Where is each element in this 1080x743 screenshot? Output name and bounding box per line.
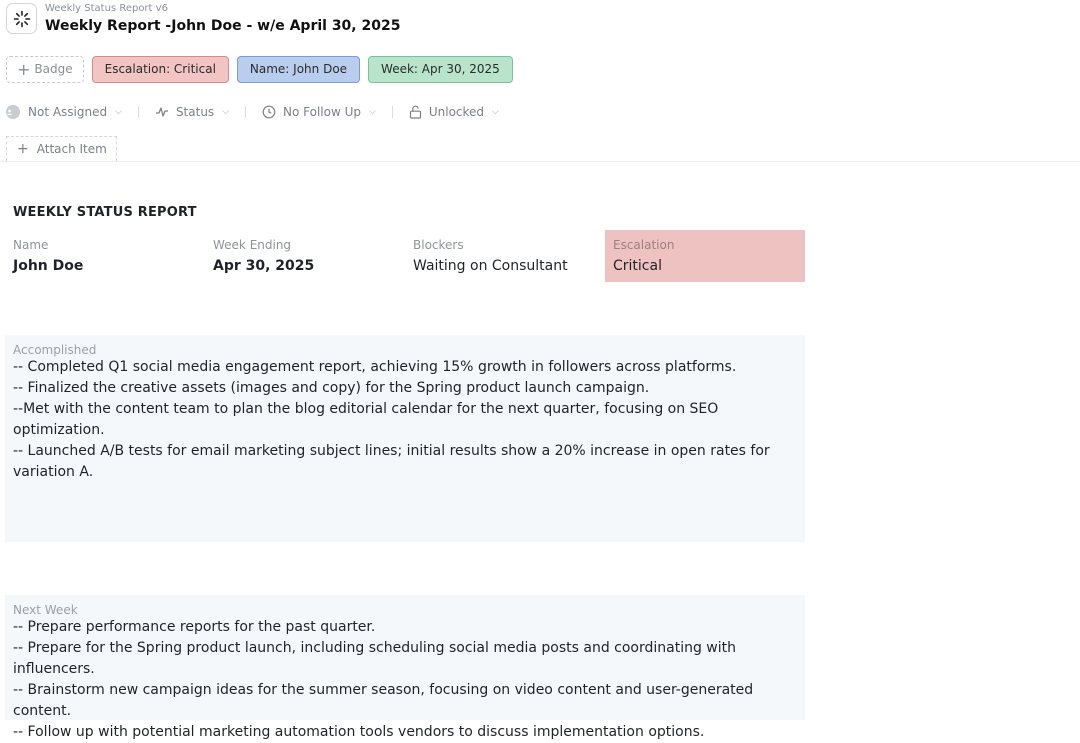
attach-item-button[interactable]: + Attach Item	[6, 136, 117, 161]
list-item: -- Completed Q1 social media engagement …	[13, 359, 737, 375]
status-dropdown[interactable]: Status ⌵	[155, 105, 229, 119]
list-item: variation A.	[13, 464, 94, 480]
assignee-label: Not Assigned	[28, 105, 108, 119]
accomplished-section[interactable]: Accomplished -- Completed Q1 social medi…	[5, 335, 805, 542]
document-header: Weekly Status Report v6 Weekly Report -J…	[6, 3, 400, 35]
lock-dropdown[interactable]: Unlocked ⌵	[409, 105, 499, 119]
next-week-section[interactable]: Next Week -- Prepare performance reports…	[5, 595, 805, 740]
list-item: -- Finalized the creative assets (images…	[13, 380, 650, 396]
property-bar: Not Assigned ⌵ Status ⌵ No Follow Up ⌵ U…	[6, 102, 499, 122]
field-label: Name	[13, 238, 49, 252]
field-week-ending[interactable]: Week Ending Apr 30, 2025	[205, 230, 405, 282]
badge-row: + Badge Escalation: Critical Name: John …	[6, 56, 521, 83]
divider	[137, 106, 139, 118]
follow-up-label: No Follow Up	[283, 105, 362, 119]
status-label: Status	[175, 105, 215, 119]
field-label: Escalation	[613, 238, 675, 252]
field-value: John Doe	[13, 258, 84, 274]
add-badge-label: Badge	[34, 62, 73, 76]
clock-icon	[262, 105, 276, 119]
avatar-icon	[6, 105, 20, 119]
field-label: Week Ending	[213, 238, 292, 252]
spinner-icon[interactable]	[6, 3, 37, 34]
field-escalation[interactable]: Escalation Critical	[605, 230, 805, 282]
list-item: -- Prepare performance reports for the p…	[13, 619, 376, 635]
document-type: Weekly Status Report v6	[45, 3, 168, 14]
page-title[interactable]: Weekly Report -John Doe - w/e April 30, …	[45, 17, 400, 35]
section-label: Next Week	[13, 603, 78, 617]
follow-up-dropdown[interactable]: No Follow Up ⌵	[262, 105, 376, 119]
list-item: -- Brainstorm new campaign ideas for the…	[13, 682, 754, 719]
divider	[391, 106, 393, 118]
list-item: -- Prepare for the Spring product launch…	[13, 640, 737, 677]
badge-escalation[interactable]: Escalation: Critical	[91, 56, 229, 83]
lock-label: Unlocked	[428, 105, 485, 119]
plus-icon: +	[17, 60, 31, 79]
list-item: -- Follow up with potential marketing au…	[13, 724, 705, 740]
header-divider	[0, 161, 1080, 162]
field-value: Critical	[613, 258, 662, 274]
report-title: WEEKLY STATUS REPORT	[13, 205, 197, 220]
chevron-down-icon: ⌵	[115, 107, 122, 117]
chevron-down-icon: ⌵	[222, 107, 230, 117]
assignee-dropdown[interactable]: Not Assigned ⌵	[6, 105, 122, 119]
field-name[interactable]: Name John Doe	[5, 230, 205, 282]
activity-icon	[155, 107, 168, 117]
badge-week[interactable]: Week: Apr 30, 2025	[368, 56, 513, 83]
chevron-down-icon: ⌵	[369, 107, 376, 117]
section-label: Accomplished	[13, 343, 97, 357]
report-fields: Name John Doe Week Ending Apr 30, 2025 B…	[5, 230, 805, 282]
divider	[245, 106, 247, 118]
field-blockers[interactable]: Blockers Waiting on Consultant	[405, 230, 605, 282]
list-item: -- Launched A/B tests for email marketin…	[13, 443, 770, 459]
plus-icon: +	[17, 141, 29, 157]
field-label: Blockers	[413, 238, 464, 252]
unlock-icon	[409, 105, 421, 119]
badge-name[interactable]: Name: John Doe	[236, 56, 361, 83]
field-value: Apr 30, 2025	[213, 258, 315, 274]
attach-item-label: Attach Item	[36, 142, 107, 156]
chevron-down-icon: ⌵	[492, 107, 499, 117]
add-badge-button[interactable]: + Badge	[6, 56, 84, 83]
field-value: Waiting on Consultant	[413, 258, 568, 274]
list-item: --Met with the content team to plan the …	[13, 401, 719, 438]
